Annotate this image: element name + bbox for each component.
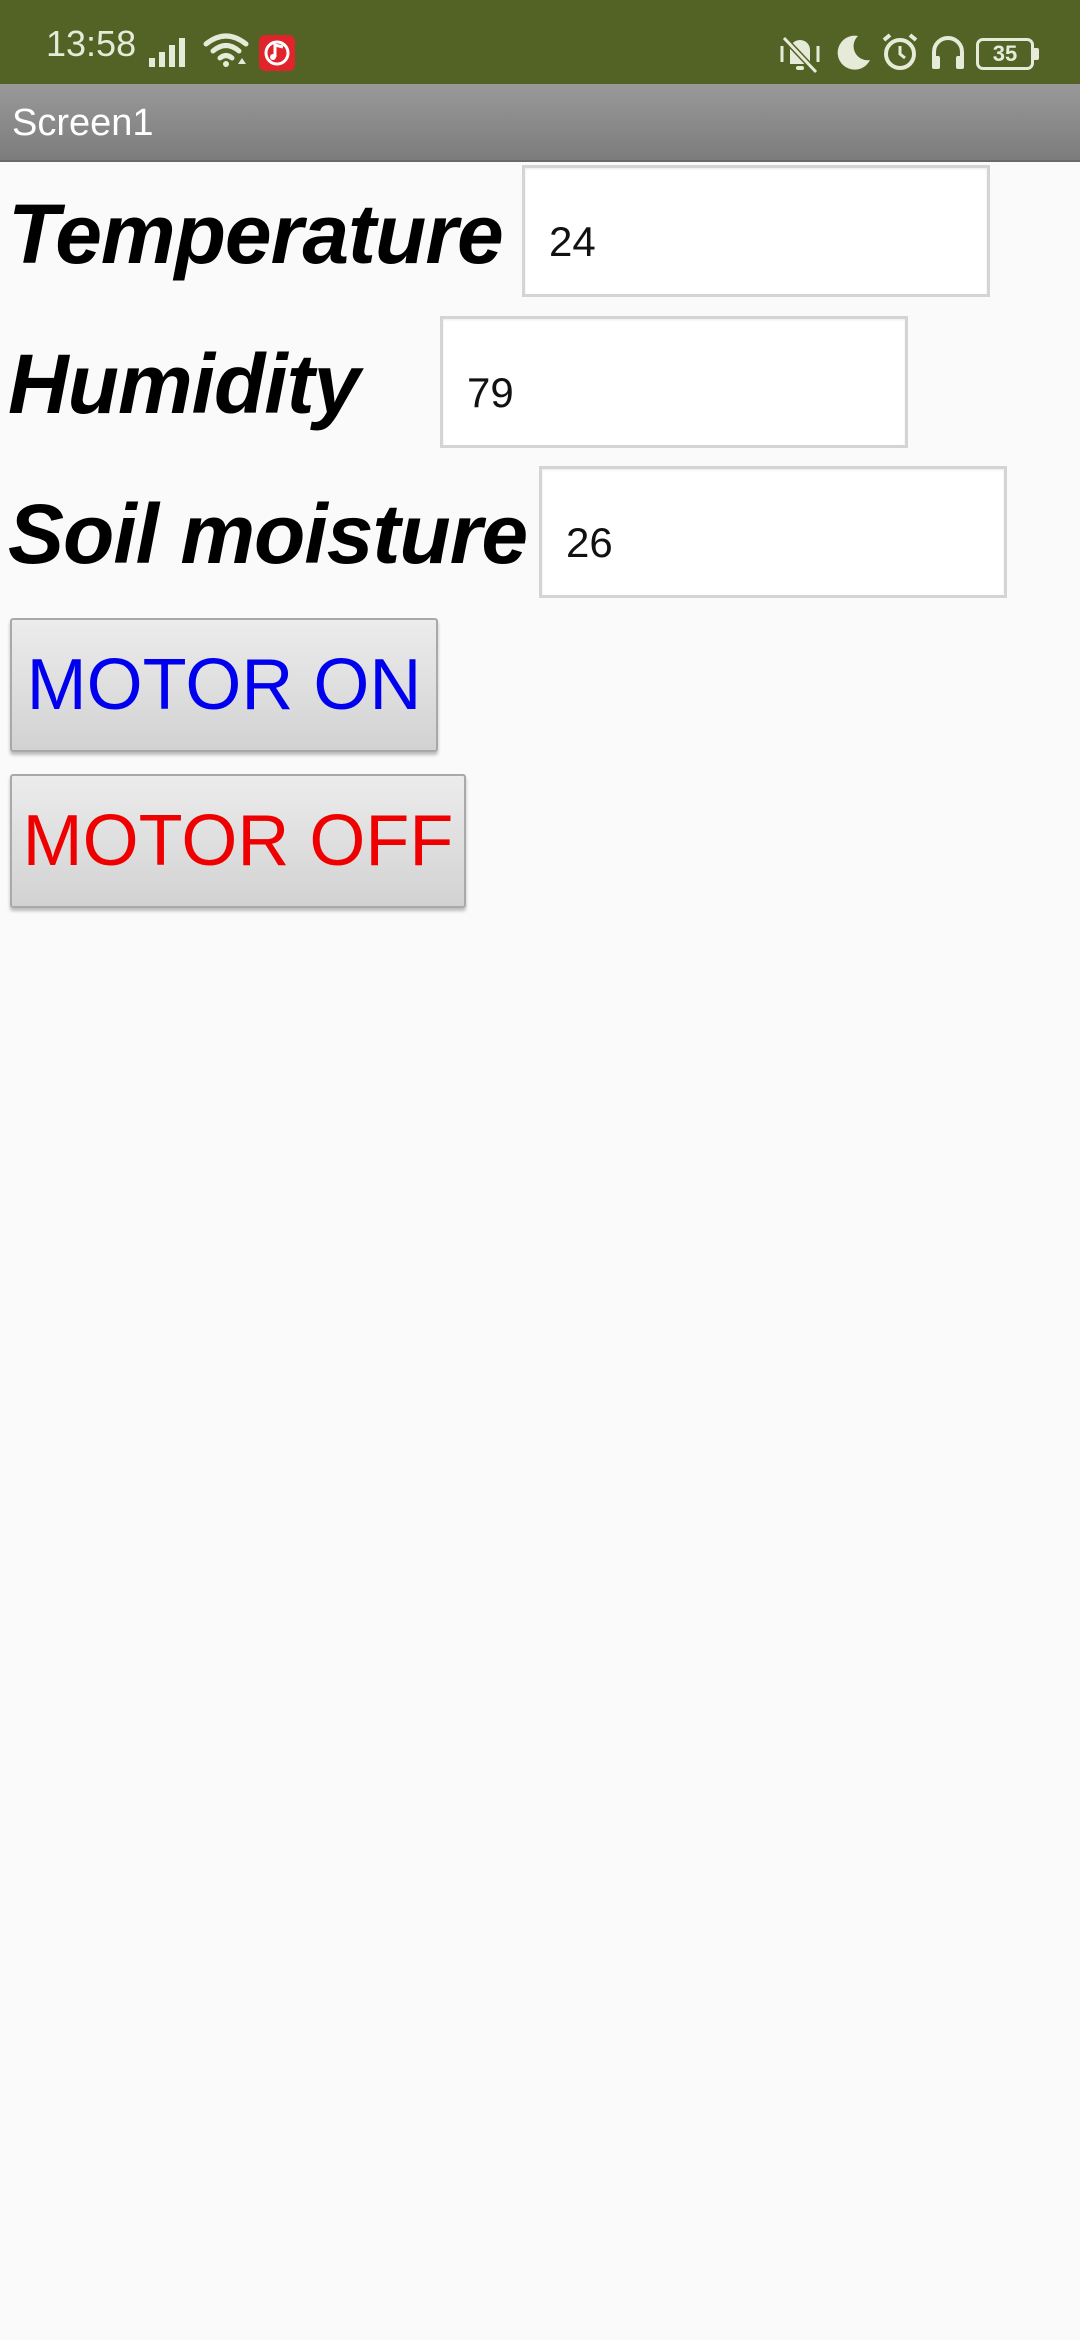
motor-off-label: MOTOR OFF	[22, 801, 454, 881]
battery-tip	[1034, 48, 1039, 60]
wifi-icon	[203, 33, 249, 67]
soil-moisture-label: Soil moisture	[8, 487, 528, 581]
temperature-input[interactable]	[525, 168, 987, 294]
temperature-field[interactable]	[522, 165, 990, 297]
motor-on-button[interactable]: MOTOR ON	[10, 618, 438, 752]
battery-icon: 35	[976, 38, 1034, 70]
alarm-icon	[882, 33, 918, 70]
temperature-label: Temperature	[8, 187, 504, 281]
motor-off-button[interactable]: MOTOR OFF	[10, 774, 466, 908]
soil-moisture-field[interactable]	[539, 466, 1007, 598]
moon-icon	[837, 35, 870, 70]
vibrate-icon	[780, 35, 820, 74]
motor-on-label: MOTOR ON	[26, 645, 422, 725]
headphones-icon	[932, 36, 964, 69]
soil-moisture-input[interactable]	[542, 469, 1004, 595]
humidity-input[interactable]	[443, 319, 905, 445]
music-app-icon	[259, 35, 295, 71]
humidity-field[interactable]	[440, 316, 908, 448]
title-bar: Screen1	[0, 84, 1080, 162]
status-bar: 13:58 35	[0, 0, 1080, 84]
screen-title: Screen1	[12, 102, 154, 144]
battery-level: 35	[992, 41, 1018, 66]
status-time: 13:58	[46, 23, 137, 64]
signal-icon	[149, 38, 185, 67]
humidity-label: Humidity	[8, 337, 360, 431]
